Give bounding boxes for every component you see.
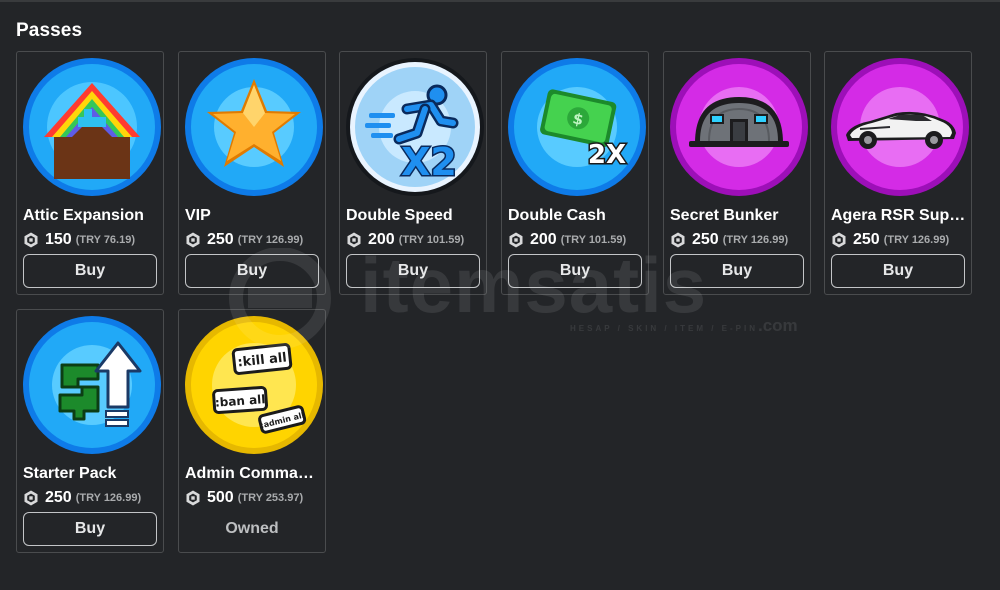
running-person-icon: X2 xyxy=(345,57,485,197)
buy-button[interactable]: Buy xyxy=(23,512,157,546)
chat-bubbles-icon: :kill all :ban all :admin all xyxy=(184,315,324,455)
price-row: 250 (TRY 126.99) xyxy=(831,230,949,250)
local-price: (TRY 126.99) xyxy=(722,234,789,246)
local-price: (TRY 101.59) xyxy=(398,234,465,246)
pass-card-starter-pack[interactable]: Starter Pack 250 (TRY 126.99) Buy xyxy=(16,309,164,553)
robux-icon xyxy=(831,232,847,248)
pass-name: Double Cash xyxy=(508,207,606,224)
pass-name: Secret Bunker xyxy=(670,207,779,224)
attic-house-icon xyxy=(22,57,162,197)
price-value: 250 xyxy=(207,231,234,248)
robux-icon xyxy=(23,232,39,248)
local-price: (TRY 253.97) xyxy=(237,492,304,504)
buy-button[interactable]: Buy xyxy=(670,254,804,288)
pass-card-attic-expansion[interactable]: Attic Expansion 150 (TRY 76.19) Buy xyxy=(16,51,164,295)
sports-car-icon xyxy=(830,57,970,197)
pass-card-secret-bunker[interactable]: Secret Bunker 250 (TRY 126.99) Buy xyxy=(663,51,811,295)
local-price: (TRY 126.99) xyxy=(883,234,950,246)
top-divider xyxy=(0,0,1000,2)
pass-card-double-speed[interactable]: X2 Double Speed 200 (TRY 101.59) Buy xyxy=(339,51,487,295)
pass-card-vip[interactable]: VIP 250 (TRY 126.99) Buy xyxy=(178,51,326,295)
price-row: 250 (TRY 126.99) xyxy=(23,488,141,508)
robux-icon xyxy=(346,232,362,248)
pass-name: Attic Expansion xyxy=(23,207,144,224)
robux-icon xyxy=(185,232,201,248)
local-price: (TRY 76.19) xyxy=(75,234,136,246)
buy-button[interactable]: Buy xyxy=(23,254,157,288)
robux-icon xyxy=(23,490,39,506)
pass-name: Starter Pack xyxy=(23,465,117,482)
robux-icon xyxy=(185,490,201,506)
price-row: 500 (TRY 253.97) xyxy=(185,488,303,508)
buy-button[interactable]: Buy xyxy=(831,254,965,288)
local-price: (TRY 101.59) xyxy=(560,234,627,246)
pass-name: VIP xyxy=(185,207,211,224)
buy-button[interactable]: Buy xyxy=(346,254,480,288)
price-row: 200 (TRY 101.59) xyxy=(346,230,464,250)
price-row: 150 (TRY 76.19) xyxy=(23,230,135,250)
cash-badge: 2X xyxy=(588,140,626,170)
robux-icon xyxy=(508,232,524,248)
pass-name: Agera RSR Super... xyxy=(831,207,969,224)
price-value: 200 xyxy=(530,231,557,248)
star-icon xyxy=(184,57,324,197)
pass-name: Double Speed xyxy=(346,207,453,224)
price-value: 150 xyxy=(45,231,72,248)
price-value: 250 xyxy=(692,231,719,248)
dollar-up-arrow-icon xyxy=(22,315,162,455)
buy-button[interactable]: Buy xyxy=(508,254,642,288)
section-title: Passes xyxy=(16,20,83,41)
price-row: 250 (TRY 126.99) xyxy=(185,230,303,250)
price-value: 500 xyxy=(207,489,234,506)
pass-name: Admin Commands xyxy=(185,465,323,482)
buy-button[interactable]: Buy xyxy=(185,254,319,288)
robux-icon xyxy=(670,232,686,248)
local-price: (TRY 126.99) xyxy=(75,492,142,504)
price-value: 200 xyxy=(368,231,395,248)
price-row: 250 (TRY 126.99) xyxy=(670,230,788,250)
price-value: 250 xyxy=(45,489,72,506)
pass-card-double-cash[interactable]: $ 2X Double Cash 200 (TRY 101.59) Buy xyxy=(501,51,649,295)
price-row: 200 (TRY 101.59) xyxy=(508,230,626,250)
watermark-suffix: .com xyxy=(758,316,798,335)
local-price: (TRY 126.99) xyxy=(237,234,304,246)
speed-badge: X2 xyxy=(401,140,457,184)
owned-label: Owned xyxy=(225,520,279,537)
bunker-icon xyxy=(669,57,809,197)
watermark-tagline: HESAP / SKIN / ITEM / E-PIN xyxy=(570,324,758,333)
cash-icon: $ 2X xyxy=(507,57,647,197)
price-value: 250 xyxy=(853,231,880,248)
pass-card-agera-rsr[interactable]: Agera RSR Super... 250 (TRY 126.99) Buy xyxy=(824,51,972,295)
pass-card-admin-commands[interactable]: :kill all :ban all :admin all Admin Comm… xyxy=(178,309,326,553)
